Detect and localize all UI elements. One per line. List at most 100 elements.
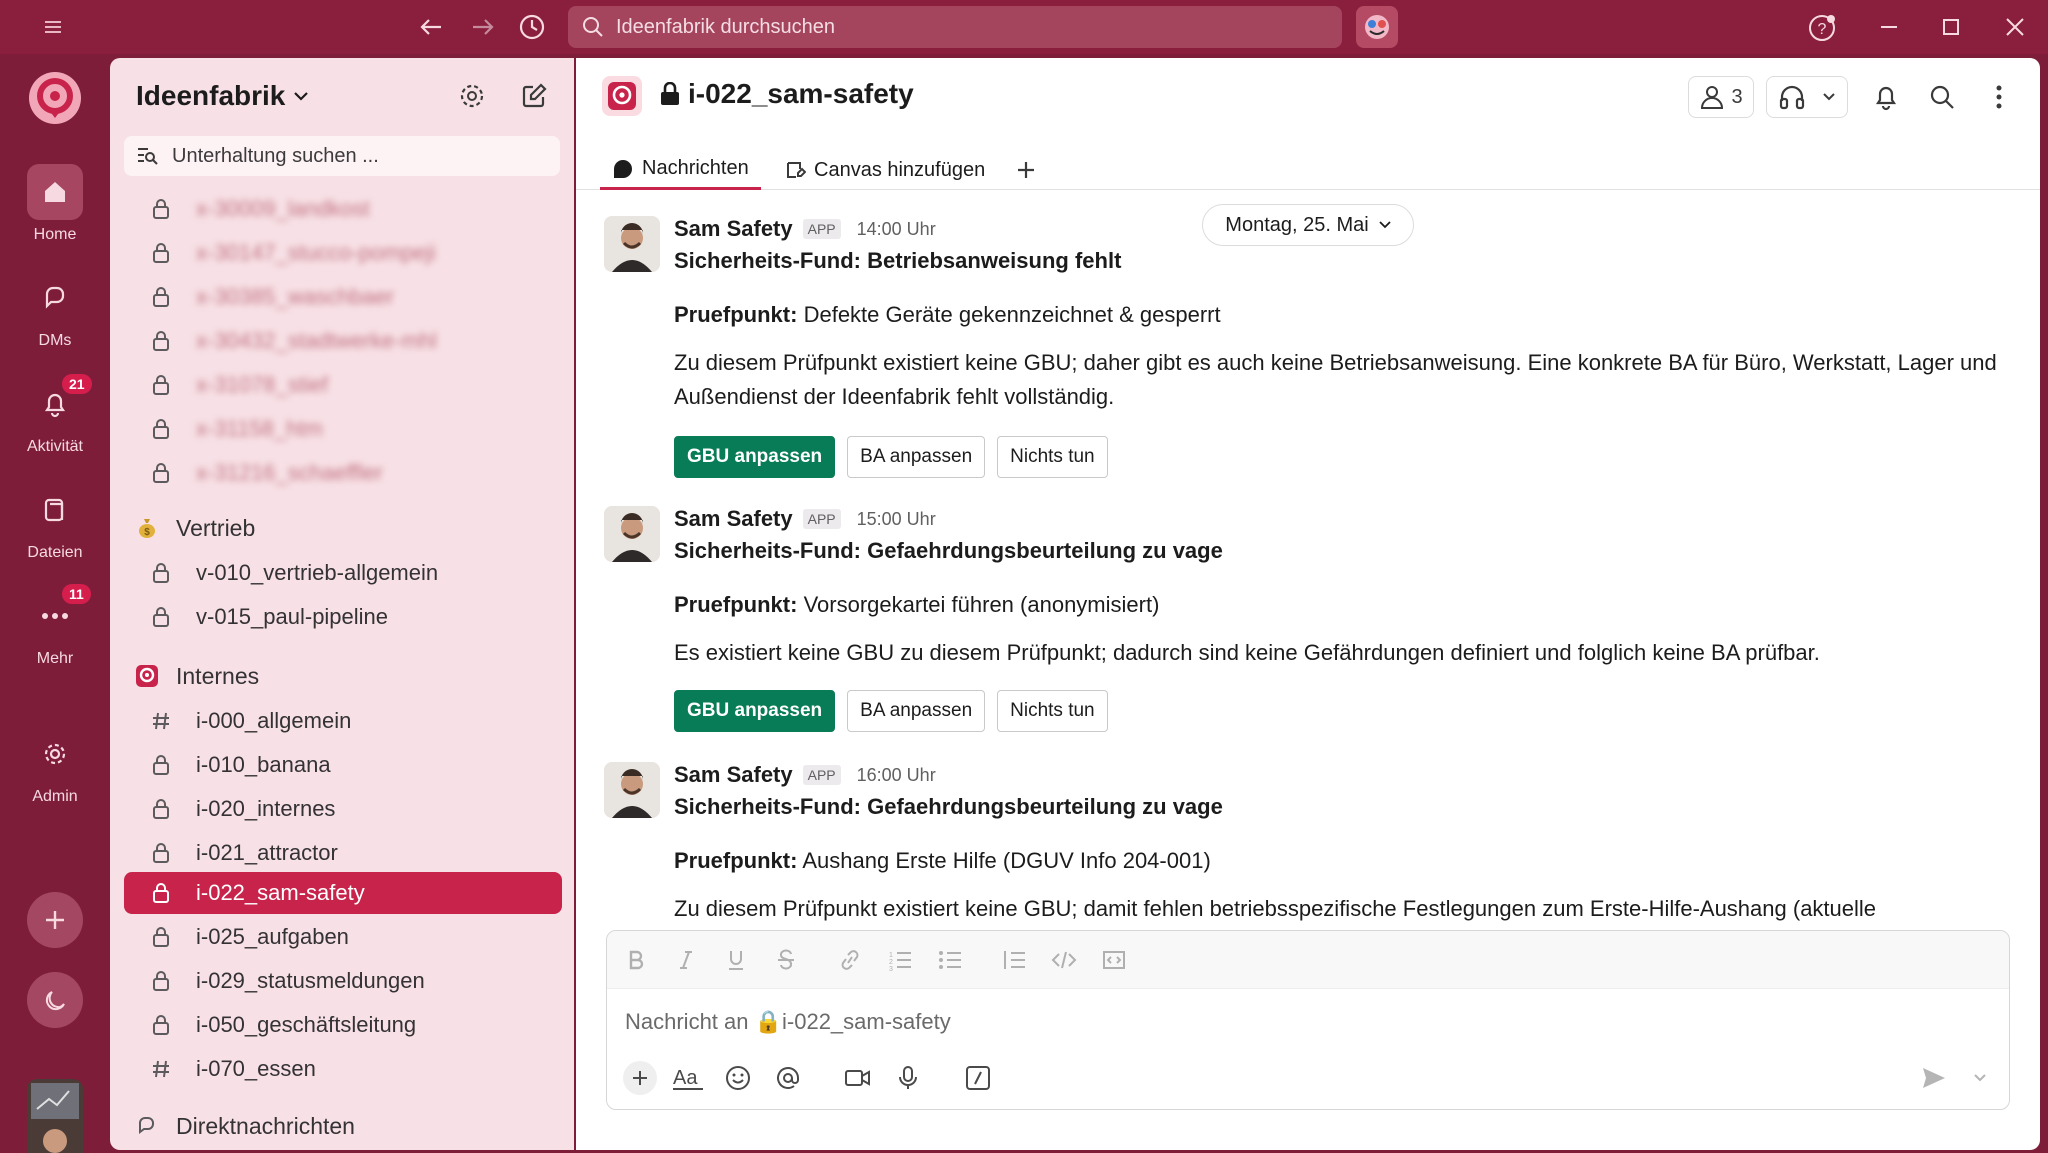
- app-launcher-icon[interactable]: [1356, 6, 1398, 48]
- channel-title[interactable]: i-022_sam-safety: [660, 78, 914, 110]
- message-time[interactable]: 16:00 Uhr: [857, 765, 936, 786]
- kebab-menu-icon[interactable]: [1984, 76, 2014, 118]
- conversation-search-placeholder: Unterhaltung suchen ...: [172, 144, 379, 167]
- home-icon: [27, 164, 83, 220]
- message-sender[interactable]: Sam Safety: [674, 216, 793, 242]
- sidebar-channel[interactable]: i-025_aufgaben: [124, 916, 562, 958]
- add-tab-button[interactable]: [1016, 150, 1036, 190]
- chevron-down-icon: [294, 92, 309, 101]
- rail-home-label: Home: [33, 226, 77, 243]
- strikethrough-icon[interactable]: [773, 947, 799, 973]
- bold-icon[interactable]: [623, 947, 649, 973]
- message-sender[interactable]: Sam Safety: [674, 762, 793, 788]
- close-icon[interactable]: [2000, 12, 2030, 42]
- section-direktnachrichten[interactable]: Direktnachrichten: [132, 1106, 355, 1146]
- link-icon[interactable]: [837, 947, 863, 973]
- sidebar-channel[interactable]: x-31216_schaeffler: [124, 452, 562, 494]
- settings-gear-icon[interactable]: [456, 80, 488, 112]
- workspace-logo-icon[interactable]: [27, 70, 83, 126]
- ba-anpassen-button[interactable]: BA anpassen: [847, 690, 986, 732]
- sidebar-channel[interactable]: v-015_paul-pipeline: [124, 596, 562, 638]
- rail-admin[interactable]: Admin: [0, 726, 110, 806]
- compose-icon[interactable]: [518, 80, 550, 112]
- sidebar-channel[interactable]: i-000_allgemein: [124, 700, 562, 742]
- attach-plus-icon[interactable]: [623, 1061, 657, 1095]
- mention-icon[interactable]: [771, 1061, 805, 1095]
- underline-icon[interactable]: [723, 947, 749, 973]
- rail-dms[interactable]: DMs: [0, 270, 110, 350]
- user-avatar[interactable]: [27, 1079, 83, 1153]
- help-icon[interactable]: ?: [1806, 12, 1838, 44]
- sidebar-channel[interactable]: i-050_geschäftsleitung: [124, 1004, 562, 1046]
- nichts-tun-button[interactable]: Nichts tun: [997, 690, 1108, 732]
- date-divider-pill[interactable]: Montag, 25. Mai: [1202, 204, 1414, 246]
- sam-safety-avatar[interactable]: [604, 506, 660, 562]
- dark-mode-button[interactable]: [27, 972, 83, 1028]
- composer-placeholder[interactable]: Nachricht an 🔒i-022_sam-safety: [625, 1009, 951, 1035]
- workspace-search-input[interactable]: Ideenfabrik durchsuchen: [568, 6, 1342, 48]
- emoji-icon[interactable]: [721, 1061, 755, 1095]
- minimize-icon[interactable]: [1874, 12, 1904, 42]
- video-icon[interactable]: [841, 1061, 875, 1095]
- tab-messages[interactable]: Nachrichten: [600, 150, 761, 190]
- sidebar-channel[interactable]: x-30432_stadtwerke-mhl: [124, 320, 562, 362]
- gbu-anpassen-button[interactable]: GBU anpassen: [674, 690, 836, 732]
- title-bar: Ideenfabrik durchsuchen ?: [0, 0, 2048, 54]
- rail-more[interactable]: Mehr: [0, 588, 110, 668]
- maximize-icon[interactable]: [1936, 12, 1966, 42]
- back-arrow-icon[interactable]: [416, 12, 446, 42]
- message-time[interactable]: 14:00 Uhr: [857, 219, 936, 240]
- sidebar-channel[interactable]: i-021_attractor: [124, 832, 562, 874]
- sidebar-channel[interactable]: x-31078_stief: [124, 364, 562, 406]
- workspace-switcher[interactable]: Ideenfabrik: [136, 80, 309, 112]
- section-vertrieb[interactable]: $ Vertrieb: [132, 508, 255, 548]
- microphone-icon[interactable]: [891, 1061, 925, 1095]
- search-icon: [583, 17, 603, 37]
- tab-canvas[interactable]: Canvas hinzufügen: [784, 150, 985, 190]
- slash-command-icon[interactable]: [961, 1061, 995, 1095]
- sidebar-channel[interactable]: x-31158_htm: [124, 408, 562, 450]
- message-sender[interactable]: Sam Safety: [674, 506, 793, 532]
- ordered-list-icon[interactable]: 123: [887, 947, 913, 973]
- sidebar-channel[interactable]: i-020_internes: [124, 788, 562, 830]
- history-icon[interactable]: [516, 11, 548, 43]
- sidebar-channel[interactable]: i-070_essen: [124, 1048, 562, 1090]
- dms-icon: [27, 270, 83, 326]
- sidebar-channel[interactable]: i-029_statusmeldungen: [124, 960, 562, 1002]
- bullet-list-icon[interactable]: [937, 947, 963, 973]
- rail-files[interactable]: Dateien: [0, 482, 110, 562]
- forward-arrow-icon[interactable]: [468, 12, 498, 42]
- conversation-search-input[interactable]: Unterhaltung suchen ...: [124, 136, 560, 176]
- send-icon[interactable]: [1917, 1061, 1951, 1095]
- sam-safety-avatar[interactable]: [604, 216, 660, 272]
- message-time[interactable]: 15:00 Uhr: [857, 509, 936, 530]
- sidebar-channel-label: i-025_aufgaben: [196, 924, 349, 949]
- text-format-icon[interactable]: Aa: [671, 1061, 705, 1095]
- blockquote-icon[interactable]: [1001, 947, 1027, 973]
- rail-home[interactable]: Home: [0, 164, 110, 244]
- menu-icon[interactable]: [40, 14, 66, 40]
- nichts-tun-button[interactable]: Nichts tun: [997, 436, 1108, 478]
- gbu-anpassen-button[interactable]: GBU anpassen: [674, 436, 836, 478]
- huddle-button[interactable]: [1766, 76, 1848, 118]
- sidebar-channel[interactable]: x-30385_waschbaer: [124, 276, 562, 318]
- rail-activity[interactable]: Aktivität: [0, 376, 110, 456]
- sidebar-channel-active[interactable]: i-022_sam-safety: [124, 872, 562, 914]
- ba-anpassen-button[interactable]: BA anpassen: [847, 436, 986, 478]
- sidebar-channel[interactable]: i-010_banana: [124, 744, 562, 786]
- sidebar-channel[interactable]: v-010_vertrieb-allgemein: [124, 552, 562, 594]
- code-block-icon[interactable]: [1101, 947, 1127, 973]
- channel-search-icon[interactable]: [1922, 76, 1962, 118]
- sidebar-channel[interactable]: x-30147_stucco-pompeji: [124, 232, 562, 274]
- add-workspace-button[interactable]: [27, 892, 83, 948]
- members-button[interactable]: 3: [1688, 76, 1754, 118]
- send-options-chevron-icon[interactable]: [1963, 1061, 1997, 1095]
- notifications-bell-icon[interactable]: [1866, 76, 1906, 118]
- section-internes[interactable]: Internes: [132, 656, 259, 696]
- italic-icon[interactable]: [673, 947, 699, 973]
- svg-text:2: 2: [889, 959, 893, 966]
- sidebar-channel[interactable]: x-30009_landkost: [124, 188, 562, 230]
- sam-safety-avatar[interactable]: [604, 762, 660, 818]
- member-count: 3: [1731, 85, 1743, 108]
- code-icon[interactable]: [1051, 947, 1077, 973]
